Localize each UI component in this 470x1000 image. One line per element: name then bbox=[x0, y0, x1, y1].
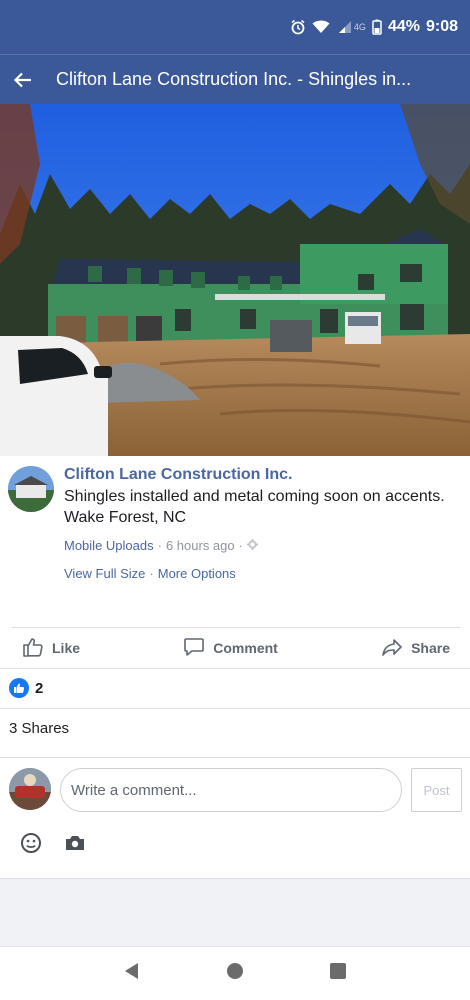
page-avatar[interactable] bbox=[8, 466, 54, 512]
signal-icon bbox=[336, 20, 352, 34]
more-options-link[interactable]: More Options bbox=[158, 566, 236, 581]
like-label: Like bbox=[52, 640, 81, 656]
app-bar: Clifton Lane Construction Inc. - Shingle… bbox=[0, 54, 470, 104]
post-time[interactable]: 6 hours ago bbox=[166, 538, 235, 553]
public-gear-icon bbox=[246, 538, 258, 553]
system-nav-bar bbox=[0, 946, 470, 1000]
recents-square-icon[interactable] bbox=[329, 962, 347, 985]
battery-icon bbox=[372, 19, 382, 35]
back-arrow-icon[interactable] bbox=[0, 55, 46, 105]
separator: · bbox=[238, 538, 243, 553]
network-type: 4G bbox=[353, 22, 366, 32]
comment-label: Comment bbox=[213, 640, 278, 656]
post-actions: Like Comment Share bbox=[12, 628, 460, 668]
battery-percent: 44% bbox=[387, 18, 420, 35]
post-location: Wake Forest, NC bbox=[64, 509, 187, 526]
separator: · bbox=[157, 538, 162, 553]
clock: 9:08 bbox=[425, 18, 458, 35]
page-name-link[interactable]: Clifton Lane Construction Inc. bbox=[64, 464, 460, 486]
page-title: Clifton Lane Construction Inc. - Shingle… bbox=[56, 69, 412, 89]
shares-count[interactable]: 3 Shares bbox=[9, 720, 69, 737]
reaction-summary[interactable]: 2 bbox=[9, 678, 43, 698]
camera-icon[interactable] bbox=[64, 834, 86, 857]
like-count: 2 bbox=[35, 679, 44, 697]
divider bbox=[0, 708, 470, 709]
alarm-icon bbox=[290, 19, 306, 35]
back-triangle-icon[interactable] bbox=[123, 962, 141, 985]
separator: · bbox=[149, 566, 154, 581]
post-comment-button[interactable]: Post bbox=[411, 768, 462, 812]
wifi-icon bbox=[312, 20, 330, 34]
album-link[interactable]: Mobile Uploads bbox=[64, 538, 154, 553]
like-reaction-icon bbox=[9, 678, 29, 698]
post-photo[interactable] bbox=[0, 104, 470, 456]
share-label: Share bbox=[411, 640, 450, 656]
home-circle-icon[interactable] bbox=[226, 962, 244, 985]
gray-footer-area bbox=[0, 878, 470, 946]
share-button[interactable]: Share bbox=[371, 636, 460, 661]
comment-bubble-icon bbox=[183, 636, 205, 661]
comment-tools bbox=[20, 832, 86, 859]
thumbs-up-icon bbox=[22, 636, 44, 661]
post-links: View Full Size · More Options bbox=[64, 566, 236, 581]
emoji-icon[interactable] bbox=[20, 832, 42, 859]
comment-composer: Write a comment... Post bbox=[9, 766, 463, 814]
view-full-size-link[interactable]: View Full Size bbox=[64, 566, 145, 581]
divider bbox=[0, 668, 470, 669]
divider bbox=[0, 757, 470, 758]
share-arrow-icon bbox=[381, 636, 403, 661]
comment-input[interactable]: Write a comment... bbox=[60, 768, 402, 812]
comment-button[interactable]: Comment bbox=[173, 636, 288, 661]
status-bar: 4G 44% 9:08 bbox=[0, 0, 470, 54]
like-button[interactable]: Like bbox=[12, 636, 90, 661]
post-meta: Mobile Uploads · 6 hours ago · bbox=[64, 538, 258, 553]
user-avatar[interactable] bbox=[9, 768, 51, 810]
post-caption: Shingles installed and metal coming soon… bbox=[64, 488, 445, 505]
